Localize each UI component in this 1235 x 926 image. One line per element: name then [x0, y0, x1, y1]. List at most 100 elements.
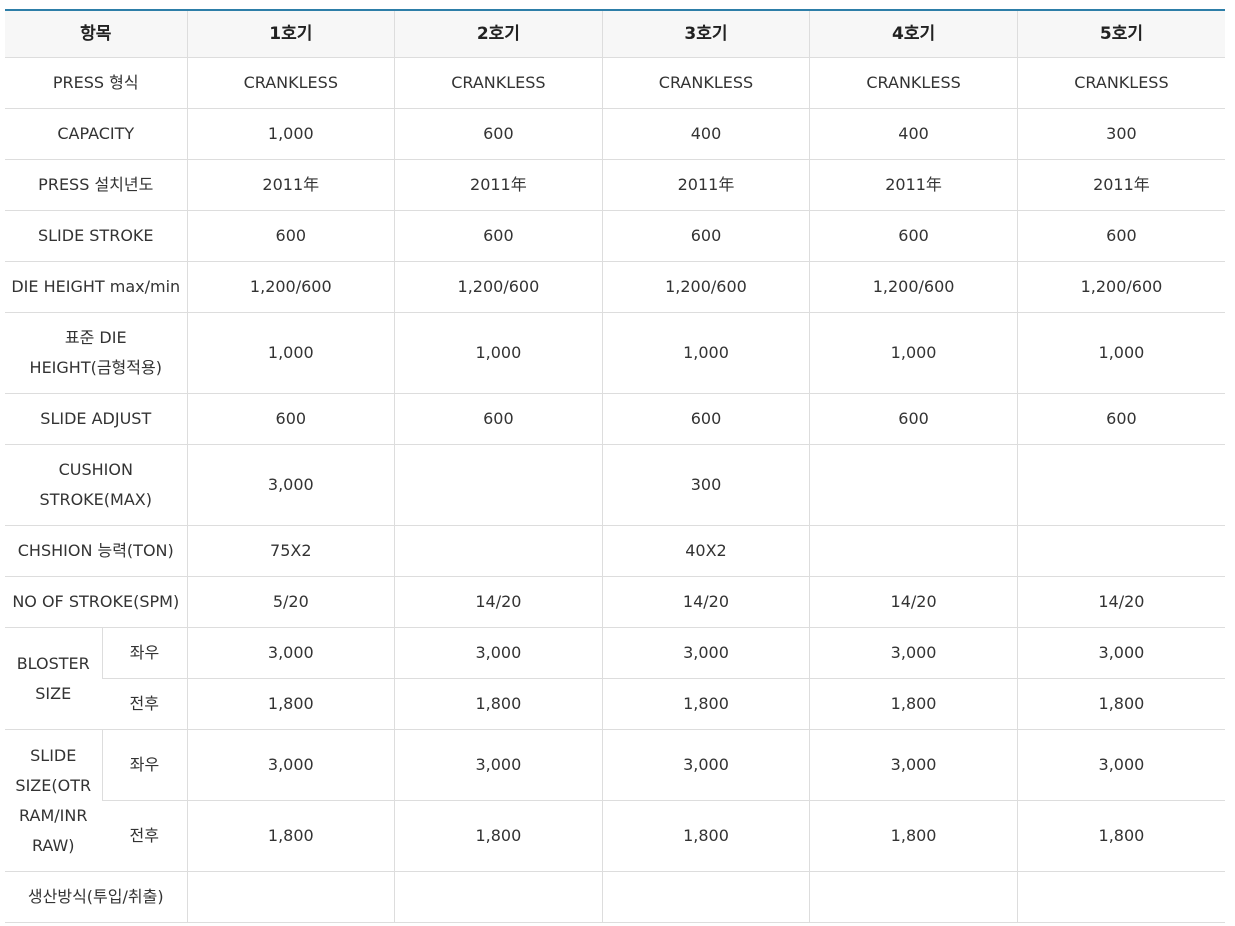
cell-value: 3,000	[186, 729, 395, 801]
row-cushion-stroke: CUSHION STROKE(MAX) 3,000 300	[5, 444, 1225, 526]
cell-value: 600	[809, 393, 1018, 445]
cell-value: 1,000	[809, 312, 1018, 394]
cell-value	[809, 525, 1018, 577]
cell-value: 1,200/600	[394, 261, 603, 313]
row-sub-label: 좌우	[101, 627, 187, 679]
cell-value: 14/20	[1016, 576, 1225, 628]
header-unit-1: 1호기	[186, 10, 395, 58]
row-group-label: BLOSTER SIZE	[5, 627, 102, 730]
cell-value: 1,200/600	[186, 261, 395, 313]
row-group-label: SLIDE SIZE(OTR RAM/INR RAW)	[5, 729, 102, 872]
row-production-method: 생산방식(투입/취출)	[5, 871, 1225, 923]
header-row: 항목 1호기 2호기 3호기 4호기 5호기	[5, 10, 1225, 58]
cell-value: CRANKLESS	[186, 57, 395, 109]
row-label-line: 표준 DIE	[64, 328, 127, 347]
header-unit-4: 4호기	[809, 10, 1018, 58]
row-label: CUSHION STROKE(MAX)	[5, 444, 187, 526]
cell-value: 1,800	[809, 800, 1018, 872]
header-unit-3: 3호기	[601, 10, 810, 58]
cell-value: 2011年	[809, 159, 1018, 211]
cell-value: 300	[601, 444, 810, 526]
cell-value: 3,000	[1016, 627, 1225, 679]
row-cushion-capacity: CHSHION 능력(TON) 75X2 40X2	[5, 525, 1225, 577]
row-std-die-height: 표준 DIE HEIGHT(금형적용) 1,000 1,000 1,000 1,…	[5, 312, 1225, 394]
cell-value: 1,000	[394, 312, 603, 394]
row-slide-size-lr: SLIDE SIZE(OTR RAM/INR RAW) 좌우 3,000 3,0…	[5, 729, 1225, 872]
row-label: 표준 DIE HEIGHT(금형적용)	[5, 312, 187, 394]
cell-value: 1,800	[186, 800, 395, 872]
cell-value: 3,000	[809, 627, 1018, 679]
cell-value	[1016, 444, 1225, 526]
cell-value: CRANKLESS	[394, 57, 603, 109]
cell-value: 5/20	[186, 576, 395, 628]
row-die-height: DIE HEIGHT max/min 1,200/600 1,200/600 1…	[5, 261, 1225, 313]
row-label-line: RAW)	[31, 835, 75, 855]
cell-value: 1,800	[1016, 678, 1225, 730]
cell-value	[809, 871, 1018, 923]
row-sub-label: 전후	[102, 678, 187, 730]
cell-value: 75X2	[186, 525, 395, 577]
row-bolster-fb: 전후 1,800 1,800 1,800 1,800 1,800	[5, 678, 1225, 730]
row-sub-label: 좌우	[101, 729, 187, 801]
row-label: NO OF STROKE(SPM)	[5, 576, 187, 628]
row-label-line: SLIDE	[30, 745, 77, 765]
cell-value	[394, 525, 603, 577]
row-label: PRESS 형식	[5, 57, 187, 109]
row-label: PRESS 설치년도	[5, 159, 187, 211]
cell-value: 1,000	[186, 108, 395, 160]
cell-value: 400	[809, 108, 1018, 160]
cell-value: CRANKLESS	[809, 57, 1018, 109]
row-capacity: CAPACITY 1,000 600 400 400 300	[5, 108, 1225, 160]
cell-value: 600	[1016, 393, 1225, 445]
cell-value: 14/20	[394, 576, 603, 628]
cell-value: 400	[601, 108, 810, 160]
row-bolster-lr: BLOSTER SIZE 좌우 3,000 3,000 3,000 3,000 …	[5, 627, 1225, 730]
cell-value: 14/20	[601, 576, 810, 628]
cell-value: 1,800	[394, 678, 603, 730]
cell-value: 3,000	[186, 627, 395, 679]
row-label: 생산방식(투입/취출)	[5, 871, 187, 923]
cell-value: 2011年	[186, 159, 395, 211]
cell-value: 600	[809, 210, 1018, 262]
row-label-line: BLOSTER	[16, 653, 90, 673]
cell-value: CRANKLESS	[601, 57, 810, 109]
row-slide-size-fb: 전후 1,800 1,800 1,800 1,800 1,800	[5, 800, 1225, 872]
row-label-line: RAM/INR	[19, 805, 88, 825]
cell-value: 1,200/600	[1016, 261, 1225, 313]
cell-value: 3,000	[394, 627, 603, 679]
header-item: 항목	[5, 10, 187, 58]
row-install-year: PRESS 설치년도 2011年 2011年 2011年 2011年 2011年	[5, 159, 1225, 211]
cell-value: 14/20	[809, 576, 1018, 628]
row-label-line: STROKE(MAX)	[39, 490, 152, 509]
row-slide-stroke: SLIDE STROKE 600 600 600 600 600	[5, 210, 1225, 262]
cell-value	[809, 444, 1018, 526]
cell-value: 1,800	[394, 800, 603, 872]
cell-value: 600	[394, 393, 603, 445]
cell-value: CRANKLESS	[1016, 57, 1225, 109]
cell-value: 1,800	[809, 678, 1018, 730]
press-spec-container: 항목 1호기 2호기 3호기 4호기 5호기 PRESS 형식 CRANKLES…	[5, 9, 1225, 923]
row-sub-label: 전후	[102, 800, 187, 872]
cell-value: 600	[1016, 210, 1225, 262]
cell-value	[186, 871, 395, 923]
header-unit-5: 5호기	[1016, 10, 1225, 58]
cell-value: 1,800	[186, 678, 395, 730]
cell-value	[394, 444, 603, 526]
cell-value: 600	[394, 108, 603, 160]
cell-value	[601, 871, 810, 923]
row-label-line: HEIGHT(금형적용)	[29, 358, 162, 377]
cell-value	[1016, 871, 1225, 923]
cell-value: 300	[1016, 108, 1225, 160]
cell-value	[1016, 525, 1225, 577]
row-label-line: CUSHION	[58, 460, 133, 479]
cell-value: 1,800	[601, 678, 810, 730]
cell-value: 3,000	[601, 627, 810, 679]
row-slide-adjust: SLIDE ADJUST 600 600 600 600 600	[5, 393, 1225, 445]
cell-value: 1,000	[601, 312, 810, 394]
cell-value: 1,200/600	[809, 261, 1018, 313]
cell-value: 40X2	[601, 525, 810, 577]
cell-value: 600	[186, 393, 395, 445]
cell-value: 3,000	[394, 729, 603, 801]
cell-value: 600	[186, 210, 395, 262]
press-spec-table: 항목 1호기 2호기 3호기 4호기 5호기 PRESS 형식 CRANKLES…	[5, 9, 1225, 923]
